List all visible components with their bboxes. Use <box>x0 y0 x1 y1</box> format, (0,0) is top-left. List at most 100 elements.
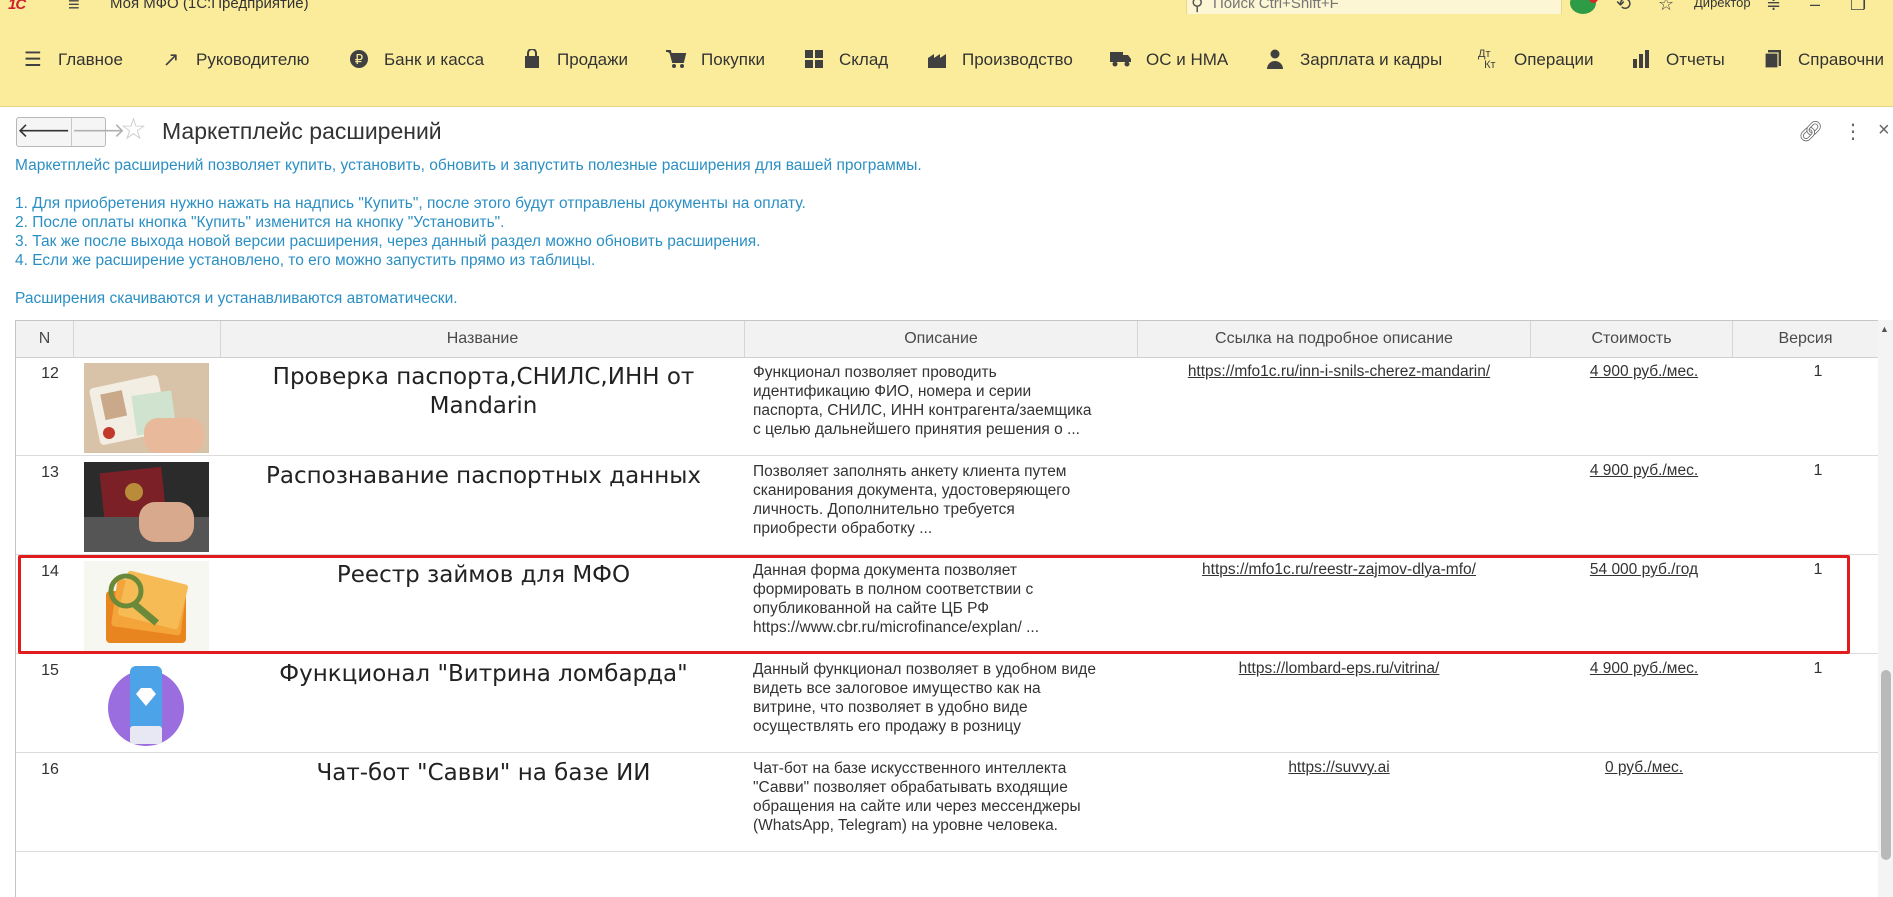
scroll-up-arrow-icon[interactable]: ▲ <box>1880 324 1889 334</box>
table-row[interactable]: 13 Распознавание паспортных данных Позво… <box>16 456 1879 555</box>
table-row[interactable]: 15 Функционал "Витрина ломбарда" Данный … <box>16 654 1879 753</box>
menu-lines-icon: ☰ <box>24 49 42 71</box>
extension-link[interactable]: https://lombard-eps.ru/vitrina/ <box>1134 660 1544 678</box>
column-header-description[interactable]: Описание <box>745 321 1138 357</box>
column-header-price[interactable]: Стоимость <box>1531 321 1733 357</box>
extension-name: Распознавание паспортных данных <box>265 463 702 489</box>
section-reports[interactable]: Отчеты <box>1630 14 1725 106</box>
search-input[interactable] <box>1213 0 1543 14</box>
section-main[interactable]: ☰ Главное <box>22 14 123 106</box>
extension-price[interactable]: 4 900 руб./мес. <box>1542 363 1746 381</box>
search-icon: ⚲ <box>1191 0 1204 14</box>
info-step-1: 1. Для приобретения нужно нажать на надп… <box>15 195 806 212</box>
close-icon[interactable]: × <box>1878 119 1890 142</box>
column-header-n[interactable]: N <box>16 321 74 357</box>
section-label: Банк и касса <box>384 50 485 69</box>
app-title: Моя МФО (1С:Предприятие) <box>110 0 309 12</box>
extension-link[interactable]: https://suvvy.ai <box>1134 759 1544 777</box>
extension-description: Позволяет заполнять анкету клиента путем… <box>753 463 1071 537</box>
section-label: Руководителю <box>196 50 310 69</box>
section-label: Операции <box>1514 50 1594 69</box>
section-manager[interactable]: ↗ Руководителю <box>160 14 310 106</box>
extension-description: Функционал позволяет проводить идентифик… <box>753 364 1092 438</box>
info-auto-install: Расширения скачиваются и устанавливаются… <box>15 290 458 307</box>
extension-thumbnail-passport-scan <box>84 462 209 552</box>
section-label: Продажи <box>557 50 628 69</box>
extension-name: Реестр займов для МФО <box>336 562 631 588</box>
trend-chart-icon: ↗ <box>162 49 180 71</box>
factory-icon <box>926 49 948 71</box>
section-references[interactable]: Справочни <box>1762 14 1884 106</box>
main-menu-icon[interactable]: ≡ <box>68 0 80 14</box>
title-bar: 1С ≡ Моя МФО (1С:Предприятие) ⚲ ⟲ ☆ Дире… <box>0 0 1893 14</box>
forward-arrow-icon[interactable]: 🡒 <box>70 118 125 146</box>
section-label: Покупки <box>701 50 765 69</box>
row-number: 15 <box>41 662 59 679</box>
notification-badge <box>1589 0 1598 3</box>
table-header: N Название Описание Ссылка на подробное … <box>16 321 1879 358</box>
section-purchases[interactable]: Покупки <box>665 14 765 106</box>
section-label: Отчеты <box>1666 50 1725 69</box>
history-icon[interactable]: ⟲ <box>1616 0 1631 14</box>
table-vertical-scrollbar[interactable]: ▲ <box>1878 320 1893 897</box>
back-arrow-icon[interactable]: 🡐 <box>17 118 71 146</box>
extension-price[interactable]: 0 руб./мес. <box>1542 759 1746 777</box>
section-label: Производство <box>962 50 1073 69</box>
extension-thumbnail-passport-check <box>84 363 209 453</box>
settings-menu-icon[interactable]: ≑ <box>1766 0 1781 14</box>
info-step-2: 2. После оплаты кнопка "Купить" изменитс… <box>15 214 505 231</box>
column-header-version[interactable]: Версия <box>1733 321 1879 357</box>
extension-price[interactable]: 54 000 руб./год <box>1542 561 1746 579</box>
section-sales[interactable]: Продажи <box>521 14 628 106</box>
shopping-cart-icon <box>665 49 687 71</box>
favorites-star-icon[interactable]: ☆ <box>1658 0 1674 14</box>
table-row[interactable]: 12 Проверка паспорта,СНИЛС,ИНН от Mandar… <box>16 357 1879 456</box>
more-actions-icon[interactable]: ⋮ <box>1843 119 1863 144</box>
row-number: 14 <box>41 563 59 580</box>
extension-description: Данная форма документа позволяет формиро… <box>753 562 1040 636</box>
section-bank-cash[interactable]: ₽ Банк и касса <box>348 14 484 106</box>
section-label: Главное <box>58 50 123 69</box>
section-fixed-assets[interactable]: ОС и НМА <box>1110 14 1228 106</box>
section-production[interactable]: Производство <box>926 14 1073 106</box>
info-step-4: 4. Если же расширение установлено, то ег… <box>15 252 596 269</box>
extension-link[interactable]: https://mfo1c.ru/inn-i-snils-cherez-mand… <box>1134 363 1544 381</box>
maximize-icon[interactable]: ❐ <box>1850 0 1866 14</box>
minimize-icon[interactable]: – <box>1810 0 1820 14</box>
section-label: ОС и НМА <box>1146 50 1229 69</box>
section-label: Зарплата и кадры <box>1300 50 1443 69</box>
extension-name: Функционал "Витрина ломбарда" <box>279 661 688 687</box>
column-header-image[interactable] <box>74 321 221 357</box>
column-header-name[interactable]: Название <box>221 321 745 357</box>
extension-price[interactable]: 4 900 руб./мес. <box>1542 462 1746 480</box>
link-icon[interactable]: 🔗︎ <box>1798 119 1823 144</box>
extension-name: Чат-бот "Савви" на базе ИИ <box>316 760 651 786</box>
section-label: Справочни <box>1798 50 1885 69</box>
add-to-favorites-star-icon[interactable]: ☆ <box>120 113 147 147</box>
section-operations[interactable]: Дт Кт Операции <box>1478 14 1594 106</box>
truck-icon <box>1110 49 1132 71</box>
page-title: Маркетплейс расширений <box>162 118 442 144</box>
form-header: 🡐 🡒 ☆ Маркетплейс расширений 🔗︎ ⋮ × <box>0 107 1893 152</box>
info-step-3: 3. Так же после выхода новой версии расш… <box>15 233 761 250</box>
extension-price[interactable]: 4 900 руб./мес. <box>1542 660 1746 678</box>
extension-thumbnail-pawnshop-showcase <box>84 660 209 750</box>
info-intro: Маркетплейс расширений позволяет купить,… <box>15 157 922 174</box>
app-logo: 1С <box>8 0 26 13</box>
debit-credit-icon: Дт Кт <box>1478 48 1496 71</box>
scrollbar-thumb[interactable] <box>1881 670 1891 860</box>
table-row[interactable]: 14 Реестр займов для МФО Данная форма до… <box>16 555 1879 654</box>
user-name[interactable]: Директор <box>1694 0 1751 10</box>
shopping-bag-icon <box>521 48 543 71</box>
book-icon <box>1762 49 1784 71</box>
column-header-link[interactable]: Ссылка на подробное описание <box>1138 321 1531 357</box>
section-salary-hr[interactable]: Зарплата и кадры <box>1264 14 1442 106</box>
warehouse-grid-icon <box>803 49 825 71</box>
search-box[interactable]: ⚲ <box>1186 0 1562 14</box>
extension-link[interactable]: https://mfo1c.ru/reestr-zajmov-dlya-mfo/ <box>1134 561 1544 579</box>
section-warehouse[interactable]: Склад <box>803 14 888 106</box>
extension-description: Данный функционал позволяет в удобном ви… <box>753 661 1096 735</box>
navigation-buttons: 🡐 🡒 <box>16 117 125 147</box>
table-row[interactable]: 16 Чат-бот "Савви" на базе ИИ Чат-бот на… <box>16 753 1879 852</box>
notifications-icon[interactable] <box>1570 0 1598 14</box>
